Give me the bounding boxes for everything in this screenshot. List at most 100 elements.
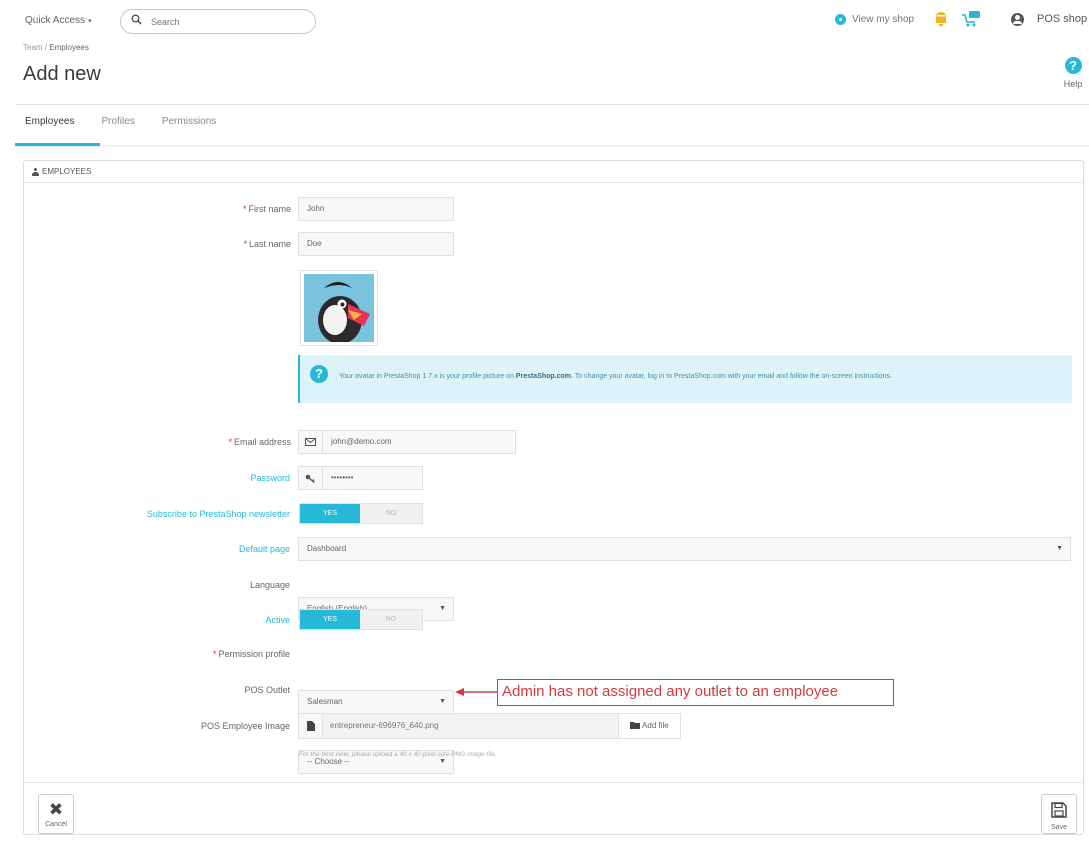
header-divider (15, 104, 1089, 105)
breadcrumb-separator: / (44, 43, 48, 52)
view-shop-label: View my shop (852, 14, 915, 25)
chevron-down-icon: ▼ (439, 605, 446, 612)
pos-outlet-value: -- Choose -- (307, 757, 350, 766)
chevron-down-icon: ▼ (439, 698, 446, 705)
default-page-value: Dashboard (307, 544, 347, 553)
quick-access-menu[interactable]: Quick Access ▾ (25, 15, 92, 26)
last-name-field[interactable] (298, 232, 454, 256)
annotation-arrow-icon (455, 688, 499, 696)
prestashop-link[interactable]: PrestaShop.com (516, 373, 571, 380)
search-input[interactable] (151, 15, 301, 29)
breadcrumb: Team / Employees (23, 43, 89, 52)
breadcrumb-current: Employees (49, 43, 89, 52)
help-label: Help (1063, 79, 1083, 89)
person-icon (32, 167, 39, 176)
question-icon: ? (310, 365, 328, 383)
chevron-down-icon: ▼ (1056, 545, 1063, 552)
required-marker: * (212, 649, 217, 659)
alert-text-after: . To change your avatar, log in to Prest… (571, 373, 892, 380)
pos-employee-image-label: POS Employee Image (200, 721, 290, 731)
page-title: Add new (23, 63, 101, 85)
last-name-input[interactable] (307, 239, 445, 248)
email-field[interactable] (323, 430, 516, 454)
help-icon: ? (1064, 57, 1082, 74)
language-label: Language (249, 580, 290, 590)
required-marker: * (242, 204, 247, 214)
tab-permissions[interactable]: Permissions (152, 116, 233, 144)
view-shop-link[interactable]: View my shop (835, 14, 914, 25)
permission-profile-value: Salesman (307, 697, 343, 706)
newsletter-switch[interactable]: YES NO (299, 503, 423, 524)
password-field[interactable]: •••••••• (323, 466, 423, 490)
help-button[interactable]: ? Help (1058, 57, 1088, 89)
breadcrumb-parent[interactable]: Team (23, 43, 43, 52)
email-input-group (298, 430, 516, 454)
search-box[interactable] (120, 9, 316, 34)
tab-bar: Employees Profiles Permissions (15, 116, 233, 144)
tabs-divider (15, 145, 1089, 147)
last-name-label-text: Last name (248, 239, 291, 249)
active-label: Active (265, 615, 290, 625)
footer-divider (24, 782, 1083, 783)
last-name-label: * Last name (41, 239, 291, 249)
default-page-label: Default page (238, 544, 290, 554)
required-marker: * (243, 239, 247, 249)
email-label: * Email address (41, 437, 291, 447)
pos-employee-image-upload: entrepreneur-696976_640.png Add file (298, 713, 681, 739)
envelope-icon (298, 430, 323, 454)
active-no[interactable]: NO (360, 610, 422, 629)
quick-access-label: Quick Access (25, 15, 86, 26)
first-name-label-text: First name (248, 204, 291, 214)
avatar-info-text: Your avatar in PrestaShop 1.7.x is your … (339, 371, 1059, 383)
alert-text-before: Your avatar in PrestaShop 1.7.x is your … (339, 373, 516, 380)
floppy-icon (1042, 799, 1076, 824)
newsletter-no[interactable]: NO (360, 504, 422, 523)
bell-icon[interactable] (934, 11, 948, 27)
user-icon[interactable] (1011, 13, 1024, 26)
save-button[interactable]: Save (1041, 794, 1077, 834)
active-tab-indicator (15, 143, 100, 146)
default-page-select[interactable]: Dashboard ▼ (298, 537, 1071, 561)
avatar (300, 270, 378, 346)
password-input-group: •••••••• (298, 466, 423, 490)
panel-heading-text: EMPLOYEES (42, 167, 92, 176)
close-icon: ✖ (48, 800, 64, 819)
tab-profiles[interactable]: Profiles (91, 116, 151, 144)
tab-employees[interactable]: Employees (15, 116, 91, 144)
newsletter-label: Subscribe to PrestaShop newsletter (146, 509, 290, 519)
search-icon[interactable] (131, 14, 142, 28)
pos-outlet-label: POS Outlet (244, 685, 290, 695)
annotation-callout: Admin has not assigned any outlet to an … (497, 679, 894, 706)
first-name-field[interactable] (298, 197, 454, 221)
active-switch[interactable]: YES NO (299, 609, 423, 630)
file-icon (299, 714, 323, 738)
panel-heading (24, 161, 1083, 183)
active-yes[interactable]: YES (300, 610, 360, 629)
chevron-down-icon: ▾ (88, 18, 92, 25)
image-help-text: For the best view, please upload a 40 x … (299, 751, 497, 758)
first-name-label: * First name (41, 204, 291, 214)
cancel-label: Cancel (45, 821, 67, 828)
required-marker: * (228, 437, 232, 447)
email-label-text: Email address (233, 437, 291, 447)
cart-icon[interactable] (962, 11, 980, 27)
newsletter-yes[interactable]: YES (300, 504, 360, 523)
first-name-input[interactable] (307, 204, 445, 213)
key-icon (298, 466, 323, 490)
shop-name[interactable]: POS shop (1037, 13, 1087, 25)
file-name-display[interactable]: entrepreneur-696976_640.png (323, 714, 618, 738)
cancel-button[interactable]: ✖ Cancel (38, 794, 74, 834)
add-file-label: Add file (642, 721, 669, 730)
eye-icon (835, 14, 846, 25)
puffin-avatar-image (304, 274, 374, 342)
password-value: •••••••• (331, 473, 354, 482)
permission-profile-label: * Permission profile (40, 649, 290, 659)
folder-icon (630, 722, 641, 729)
permission-profile-select[interactable]: Salesman ▼ (298, 690, 454, 714)
email-input[interactable] (331, 437, 507, 446)
permission-profile-label-text: Permission profile (218, 649, 290, 659)
password-label: Password (250, 473, 290, 483)
add-file-button[interactable]: Add file (618, 714, 680, 738)
panel-heading-title: EMPLOYEES (32, 167, 91, 176)
save-label: Save (1051, 824, 1067, 831)
